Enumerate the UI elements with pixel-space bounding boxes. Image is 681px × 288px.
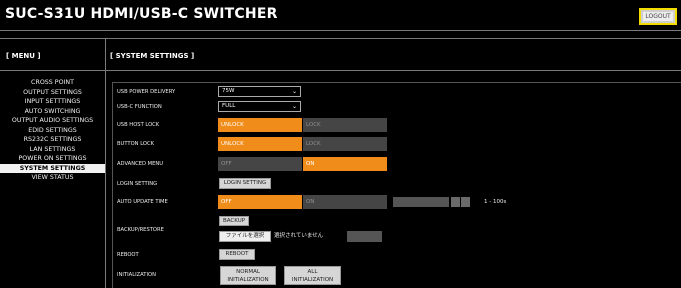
usb-host-lock-label: USB HOST LOCK [117, 122, 160, 128]
menu-item-system-settings[interactable]: SYSTEM SETTINGS [0, 163, 105, 174]
menu-item-output-settings[interactable]: OUTPUT SETTINGS [0, 88, 105, 98]
header-divider [0, 30, 681, 31]
page-title: [ SYSTEM SETTINGS ] [110, 52, 195, 60]
initialization-label: INITIALIZATION [117, 272, 156, 278]
row-login-setting: LOGIN SETTING LOGIN SETTING [117, 177, 677, 191]
button-lock-lock-option[interactable]: LOCK [303, 137, 387, 151]
row-auto-update-time: AUTO UPDATE TIME OFF ON 1 - 100s [117, 195, 677, 209]
reboot-button[interactable]: REBOOT [219, 249, 255, 260]
row-usb-power-delivery: USB POWER DELIVERY 75W ⌄ [117, 85, 677, 99]
usb-power-delivery-value: 75W [222, 88, 235, 94]
chevron-down-icon: ⌄ [291, 103, 297, 110]
all-initialization-line1: ALL [307, 269, 318, 275]
auto-update-time-range: 1 - 100s [484, 199, 507, 205]
menu-item-auto-switching[interactable]: AUTO SWITCHING [0, 107, 105, 117]
row-usb-host-lock: USB HOST LOCK UNLOCK LOCK [117, 118, 677, 132]
usb-host-lock-unlock-option[interactable]: UNLOCK [218, 118, 302, 132]
logout-button[interactable]: LOGOUT [639, 8, 677, 25]
usbc-function-label: USB-C FUNCTION [117, 104, 162, 110]
advanced-menu-off-option[interactable]: OFF [218, 157, 302, 171]
menu-item-view-status[interactable]: VIEW STATUS [0, 173, 105, 183]
normal-initialization-button[interactable]: NORMAL INITIALIZATION [220, 266, 276, 285]
auto-update-time-input[interactable] [393, 197, 449, 207]
sidebar-menu: CROSS POINT OUTPUT SETTINGS INPUT SETTTI… [0, 78, 105, 183]
advanced-menu-on-option[interactable]: ON [303, 157, 387, 171]
menu-item-input-settings[interactable]: INPUT SETTTINGS [0, 97, 105, 107]
backup-restore-label: BACKUP/RESTORE [117, 227, 164, 233]
auto-update-time-off-option[interactable]: OFF [218, 195, 302, 209]
spin-down-button[interactable] [461, 197, 470, 207]
choose-file-button[interactable]: ファイルを選択 [219, 231, 271, 242]
menu-item-edid-settings[interactable]: EDID SETTINGS [0, 126, 105, 136]
menu-item-power-on-settings[interactable]: POWER ON SETTINGS [0, 154, 105, 164]
menu-item-output-audio-settings[interactable]: OUTPUT AUDIO SETTINGS [0, 116, 105, 126]
login-setting-label: LOGIN SETTING [117, 181, 158, 187]
header-divider-lower [0, 38, 681, 39]
all-initialization-line2: INITIALIZATION [291, 277, 334, 283]
restore-button[interactable] [347, 231, 382, 242]
row-usbc-function: USB-C FUNCTION FULL ⌄ [117, 100, 677, 114]
title-divider [0, 70, 681, 71]
reboot-label: REBOOT [117, 252, 139, 258]
normal-initialization-line1: NORMAL [236, 269, 260, 275]
button-lock-label: BUTTON LOCK [117, 141, 155, 147]
row-button-lock: BUTTON LOCK UNLOCK LOCK [117, 137, 677, 151]
usbc-function-select[interactable]: FULL ⌄ [218, 101, 301, 112]
header-bar: SUC-S31U HDMI/USB-C SWITCHER LOGOUT [0, 0, 681, 30]
auto-update-time-label: AUTO UPDATE TIME [117, 199, 168, 205]
spin-up-button[interactable] [451, 197, 460, 207]
usb-power-delivery-label: USB POWER DELIVERY [117, 89, 176, 95]
usbc-function-value: FULL [222, 103, 236, 109]
menu-item-lan-settings[interactable]: LAN SETTINGS [0, 145, 105, 155]
button-lock-unlock-option[interactable]: UNLOCK [218, 137, 302, 151]
login-setting-button[interactable]: LOGIN SETTING [219, 178, 271, 189]
logout-label: LOGOUT [643, 12, 673, 21]
normal-initialization-line2: INITIALIZATION [227, 277, 269, 283]
menu-item-cross-point[interactable]: CROSS POINT [0, 78, 105, 88]
advanced-menu-label: ADVANCED MENU [117, 161, 164, 167]
row-initialization: INITIALIZATION NORMAL INITIALIZATION ALL… [117, 266, 677, 286]
all-initialization-button[interactable]: ALL INITIALIZATION [284, 266, 341, 285]
sidebar-divider [105, 38, 106, 288]
usb-host-lock-lock-option[interactable]: LOCK [303, 118, 387, 132]
row-reboot: REBOOT REBOOT [117, 248, 677, 262]
usb-power-delivery-select[interactable]: 75W ⌄ [218, 86, 301, 97]
auto-update-time-on-option[interactable]: ON [303, 195, 387, 209]
backup-button[interactable]: BACKUP [219, 216, 249, 226]
chevron-down-icon: ⌄ [291, 88, 297, 95]
row-advanced-menu: ADVANCED MENU OFF ON [117, 157, 677, 171]
no-file-selected-text: 選択されていません [274, 233, 324, 239]
menu-item-rs232c-settings[interactable]: RS232C SETTINGS [0, 135, 105, 145]
menu-title: [ MENU ] [6, 52, 41, 60]
app-title: SUC-S31U HDMI/USB-C SWITCHER [5, 6, 278, 22]
row-backup-restore: BACKUP/RESTORE BACKUP ファイルを選択 選択されていません [117, 214, 677, 244]
